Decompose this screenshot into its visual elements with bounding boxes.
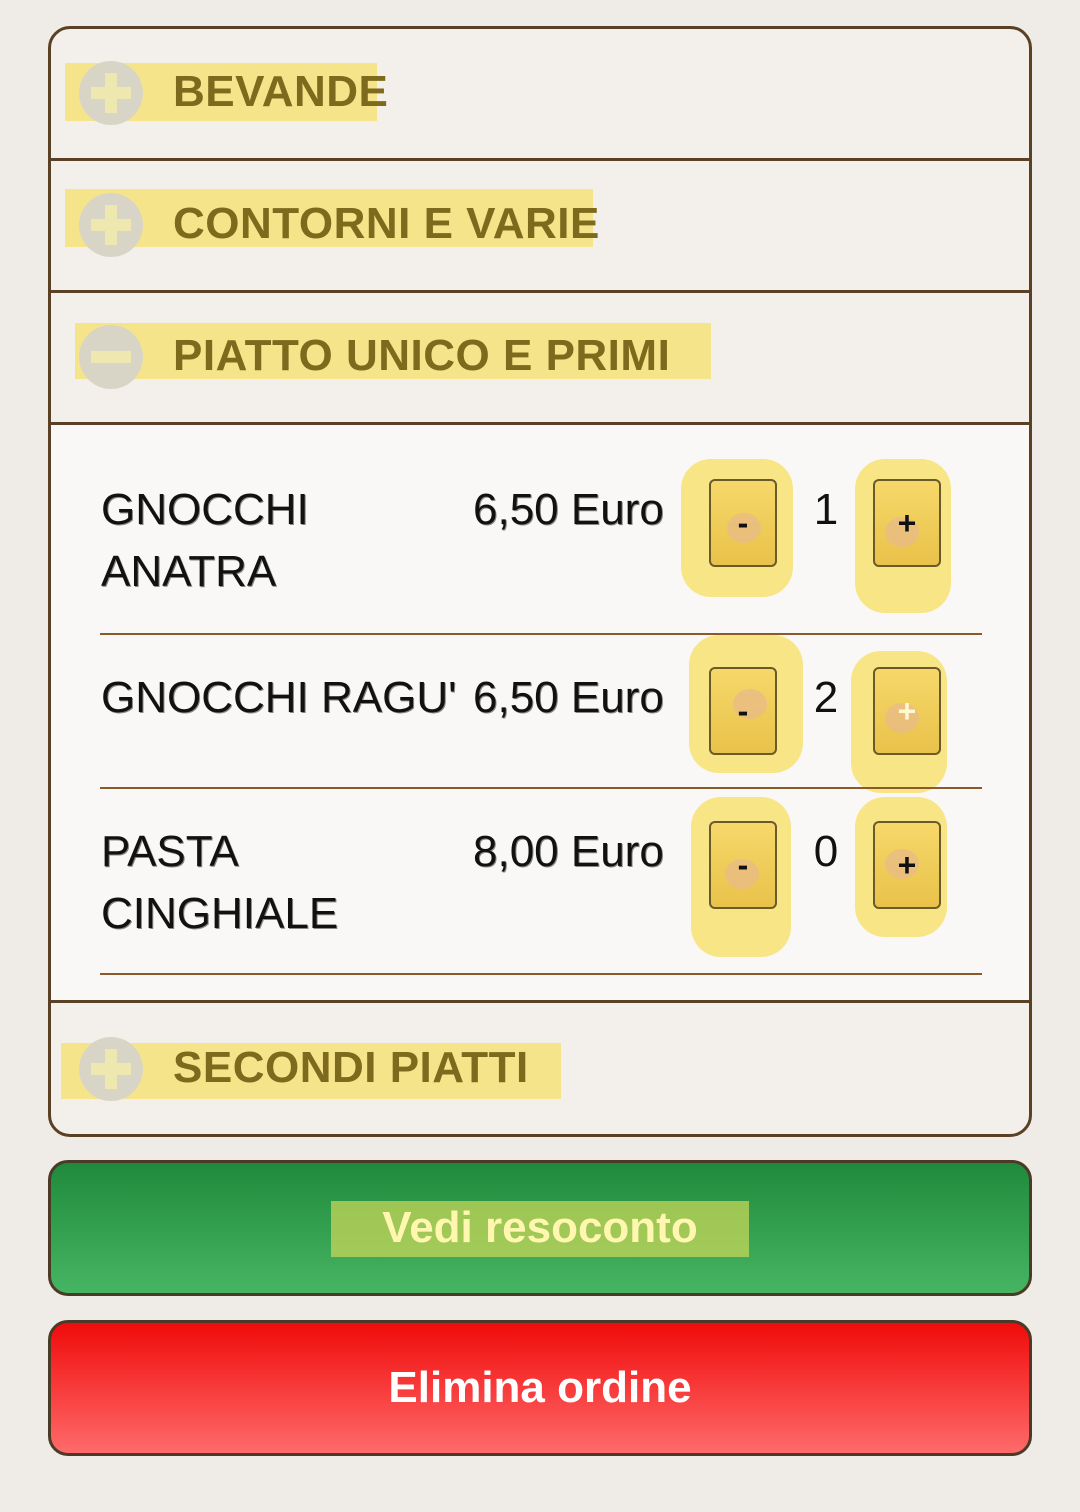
- item-name: GNOCCHI RAGU': [101, 673, 457, 722]
- increase-qty-button[interactable]: +: [873, 667, 941, 755]
- section-title: SECONDI PIATTI: [173, 1043, 529, 1092]
- row-divider: [100, 787, 982, 789]
- section-panel-primi: GNOCCHI ANATRA 6,50 Euro - 1 + GNOCCHI R…: [51, 425, 1029, 1003]
- view-summary-label: Vedi resoconto: [382, 1203, 698, 1252]
- minus-icon: [79, 325, 143, 389]
- view-summary-button[interactable]: Vedi resoconto: [48, 1160, 1032, 1296]
- item-quantity: 2: [813, 673, 839, 722]
- item-price: 8,00 Euro: [473, 827, 664, 876]
- section-title: BEVANDE: [173, 67, 389, 116]
- delete-order-button[interactable]: Elimina ordine: [48, 1320, 1032, 1456]
- decrease-qty-button[interactable]: -: [709, 667, 777, 755]
- section-header-contorni[interactable]: CONTORNI E VARIE: [51, 161, 1029, 293]
- delete-order-label: Elimina ordine: [388, 1363, 692, 1412]
- decrease-qty-button[interactable]: -: [709, 479, 777, 567]
- row-divider: [100, 973, 982, 975]
- menu-accordion: BEVANDE CONTORNI E VARIE PIATTO UNICO E …: [48, 26, 1032, 1137]
- section-title: CONTORNI E VARIE: [173, 199, 600, 248]
- decrease-qty-button[interactable]: -: [709, 821, 777, 909]
- section-header-primi[interactable]: PIATTO UNICO E PRIMI: [51, 293, 1029, 425]
- item-quantity: 0: [813, 827, 839, 876]
- item-name: GNOCCHI ANATRA: [101, 485, 309, 596]
- increase-qty-button[interactable]: +: [873, 821, 941, 909]
- item-name: PASTA CINGHIALE: [101, 827, 339, 938]
- item-price: 6,50 Euro: [473, 673, 664, 722]
- plus-icon: [79, 1037, 143, 1101]
- plus-icon: [79, 193, 143, 257]
- item-price: 6,50 Euro: [473, 485, 664, 534]
- plus-icon: [79, 61, 143, 125]
- row-divider: [100, 633, 982, 635]
- section-header-secondi[interactable]: SECONDI PIATTI: [51, 1003, 1029, 1134]
- section-title: PIATTO UNICO E PRIMI: [173, 331, 671, 380]
- section-header-bevande[interactable]: BEVANDE: [51, 29, 1029, 161]
- increase-qty-button[interactable]: +: [873, 479, 941, 567]
- item-quantity: 1: [813, 485, 839, 534]
